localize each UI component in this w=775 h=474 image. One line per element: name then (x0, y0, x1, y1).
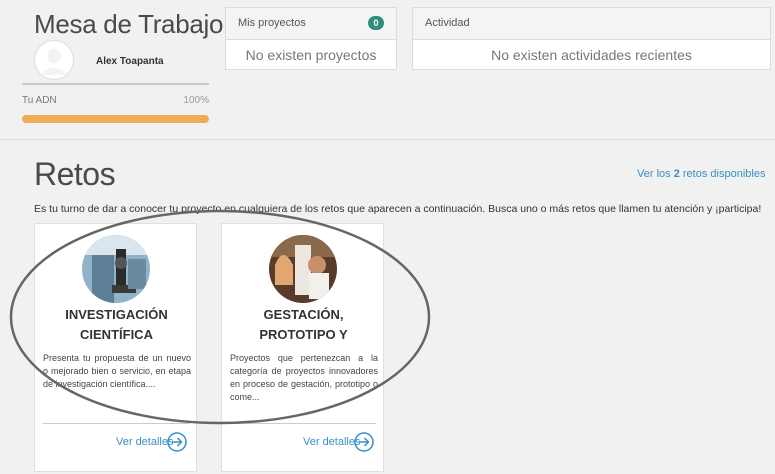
view-details-link[interactable]: Ver detalles (303, 436, 360, 448)
activity-panel-title: Actividad (425, 17, 470, 29)
avatar[interactable] (34, 40, 74, 80)
challenge-description: Presenta tu propuesta de un nuevo o mejo… (43, 353, 191, 389)
arrow-right-circle-icon[interactable] (167, 432, 187, 452)
card-divider (230, 423, 376, 424)
see-all-challenges-link[interactable]: Ver los 2 retos disponibles (637, 168, 765, 180)
activity-empty-text: No existen actividades recientes (491, 47, 692, 63)
microscope-image (82, 235, 150, 303)
activity-panel: Actividad No existen actividades recient… (412, 7, 771, 70)
projects-panel-header[interactable]: Mis proyectos 0 (226, 8, 396, 40)
arrow-right-circle-icon[interactable] (354, 432, 374, 452)
adn-label: Tu ADN (22, 95, 57, 106)
see-all-suffix: retos disponibles (682, 168, 766, 180)
retos-title: Retos (34, 156, 116, 192)
adn-progress-bar (22, 115, 209, 123)
challenge-title[interactable]: GESTACIÓN, PROTOTIPO Y (228, 305, 379, 345)
challenge-title[interactable]: INVESTIGACIÓN CIENTÍFICA (41, 305, 192, 345)
projects-empty-text: No existen proyectos (245, 47, 377, 63)
adn-percent: 100% (183, 95, 209, 106)
projects-panel: Mis proyectos 0 No existen proyectos (225, 7, 397, 70)
projects-panel-title: Mis proyectos (238, 17, 306, 29)
see-all-prefix: Ver los (637, 168, 671, 180)
retos-intro: Es tu turno de dar a conocer tu proyecto… (34, 203, 762, 215)
challenge-card-investigacion[interactable]: INVESTIGACIÓN CIENTÍFICA Presenta tu pro… (34, 223, 197, 472)
user-silhouette-icon (41, 49, 67, 75)
activity-panel-header: Actividad (413, 8, 770, 40)
profile-divider (22, 83, 209, 85)
view-details-link[interactable]: Ver detalles (116, 436, 173, 448)
see-all-count: 2 (673, 168, 680, 180)
page-title: Mesa de Trabajo (34, 9, 224, 39)
challenge-card-gestacion[interactable]: GESTACIÓN, PROTOTIPO Y Proyectos que per… (221, 223, 384, 472)
user-name[interactable]: Alex Toapanta (96, 56, 164, 67)
projects-count-badge: 0 (368, 16, 384, 30)
section-divider (0, 139, 775, 140)
challenge-description: Proyectos que pertenezcan a la categoría… (230, 353, 378, 402)
prototype-image (269, 235, 337, 303)
card-divider (43, 423, 189, 424)
adn-progress-fill (22, 115, 209, 123)
